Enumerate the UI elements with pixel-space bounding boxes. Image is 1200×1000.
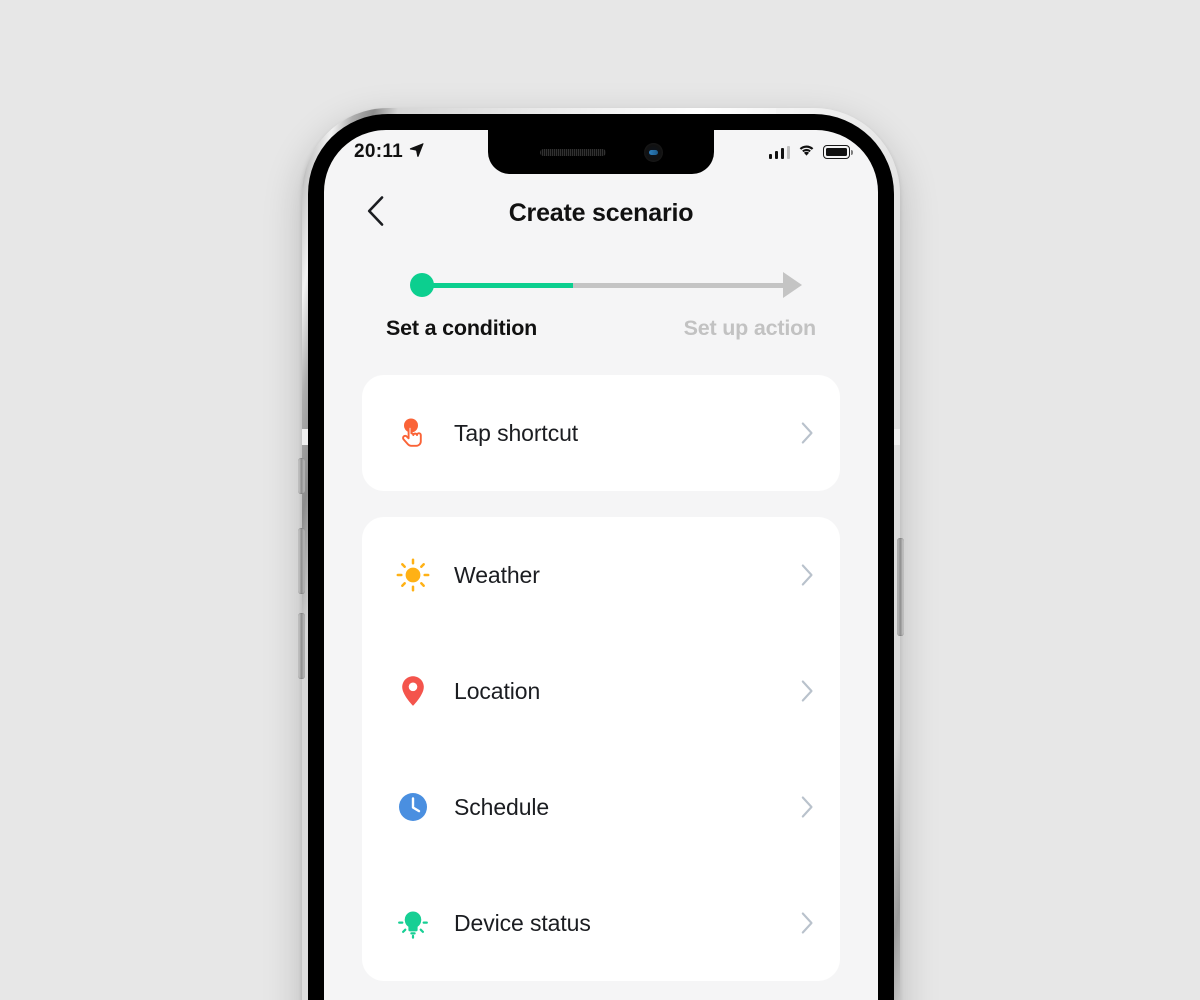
stepper-arrow-icon	[783, 272, 802, 298]
battery-full-icon	[823, 145, 853, 159]
list-item-weather[interactable]: Weather	[362, 517, 840, 633]
notch	[488, 130, 714, 174]
app-content: Create scenario Set a condition Set up a…	[324, 174, 878, 981]
volume-up-button[interactable]	[298, 528, 305, 594]
status-bar-right	[768, 143, 853, 162]
front-camera-icon	[643, 142, 663, 162]
phone-screen: 20:11 Create scenario Set a condition Se…	[324, 130, 878, 1000]
list-item-device-status[interactable]: Device status	[362, 865, 840, 981]
page-root: 20:11 Create scenario Set a condition Se…	[0, 0, 1200, 1000]
stepper-track	[410, 268, 802, 302]
stepper-dot-active	[410, 273, 434, 297]
conditions-card: Weather Location Schedule Device status	[362, 517, 840, 981]
page-title: Create scenario	[508, 198, 694, 227]
status-bar-clock: 20:11	[354, 141, 404, 162]
progress-stepper: Set a condition Set up action	[324, 252, 878, 341]
list-item-label: Tap shortcut	[454, 419, 579, 446]
light-bulb-icon	[390, 906, 436, 940]
stepper-progress-fill	[432, 282, 574, 288]
stepper-label-step-2: Set up action	[683, 316, 817, 340]
earpiece-speaker-icon	[539, 148, 606, 156]
tap-hand-icon	[390, 416, 436, 450]
location-arrow-icon	[409, 142, 424, 162]
wifi-icon	[797, 143, 816, 162]
navigation-bar: Create scenario	[324, 174, 878, 252]
chevron-left-icon	[367, 195, 384, 231]
list-item-location[interactable]: Location	[362, 633, 840, 749]
chevron-right-icon	[801, 796, 814, 818]
stepper-progress-remaining	[573, 282, 784, 288]
condition-options-list: Tap shortcut Weather Location Schedule D…	[324, 341, 878, 981]
chevron-right-icon	[801, 422, 814, 444]
list-item-schedule[interactable]: Schedule	[362, 749, 840, 865]
silent-switch-button[interactable]	[298, 458, 305, 494]
chevron-right-icon	[801, 912, 814, 934]
cellular-signal-icon	[768, 145, 790, 159]
power-button[interactable]	[897, 538, 904, 636]
stepper-labels: Set a condition Set up action	[386, 316, 816, 341]
list-item-label: Weather	[454, 561, 540, 588]
phone-device-mockup: 20:11 Create scenario Set a condition Se…	[298, 108, 904, 1000]
back-button[interactable]	[354, 192, 396, 234]
tap-shortcut-card: Tap shortcut	[362, 375, 840, 491]
list-item-tap-shortcut[interactable]: Tap shortcut	[362, 375, 840, 491]
sun-weather-icon	[390, 558, 436, 592]
chevron-right-icon	[801, 680, 814, 702]
status-bar-left: 20:11	[354, 141, 424, 163]
list-item-label: Schedule	[454, 793, 550, 820]
volume-down-button[interactable]	[298, 613, 305, 679]
chevron-right-icon	[801, 564, 814, 586]
clock-icon	[390, 790, 436, 824]
stepper-label-step-1: Set a condition	[386, 316, 538, 340]
list-item-label: Location	[454, 677, 541, 704]
map-pin-icon	[390, 674, 436, 708]
list-item-label: Device status	[454, 909, 591, 936]
